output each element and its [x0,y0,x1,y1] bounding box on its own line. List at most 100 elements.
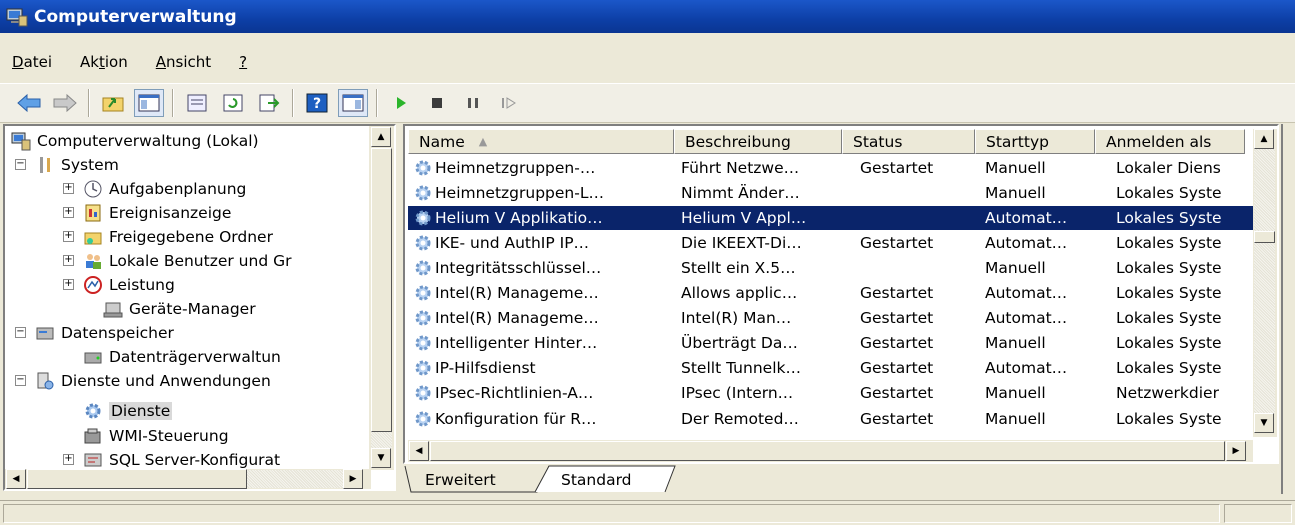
menu-datei[interactable]: Datei [12,53,52,71]
help-icon[interactable]: ? [302,89,332,117]
column-header-status[interactable]: Status [842,129,975,154]
scroll-track[interactable] [1254,243,1275,413]
tools-icon [40,157,50,173]
menu-bar: Datei Aktion Ansicht ? [0,45,1295,79]
collapse-toggle[interactable]: − [15,327,26,338]
play-icon[interactable] [386,89,416,117]
menu-ansicht[interactable]: Ansicht [156,53,211,71]
tree-item-label: Aufgabenplanung [109,180,247,198]
tree-item-geraete-manager[interactable]: Geräte-Manager [103,297,256,321]
cell-name: Konfiguration für R… [413,407,677,430]
gear-icon [415,185,431,201]
scroll-right-button[interactable]: ▶ [1226,441,1246,461]
scroll-thumb[interactable] [27,469,247,489]
scroll-up-button[interactable]: ▲ [371,127,391,147]
title-bar: Computerverwaltung [0,0,1295,33]
scroll-track[interactable] [1254,149,1275,231]
export-list-icon[interactable] [254,89,284,117]
scroll-track[interactable] [371,432,392,448]
column-header-label: Beschreibung [685,132,791,151]
cell-text: Gestartet [860,384,934,403]
scroll-track[interactable] [247,470,343,488]
menu-datei-label: atei [23,53,53,71]
tree-item-wmi-steuerung[interactable]: WMI-Steuerung [83,424,229,448]
tab-standard[interactable]: Standard [561,471,632,489]
column-header-anmelden-als[interactable]: Anmelden als [1095,129,1245,154]
cell-status [860,206,976,229]
table-row[interactable]: Intelligenter Hinter… Überträgt Da… Gestar… [408,332,1256,356]
tree-item-lokale-benutzer[interactable]: Lokale Benutzer und Gr [83,249,291,273]
tree-item-aufgabenplanung[interactable]: Aufgabenplanung [83,177,246,201]
scroll-up-button[interactable]: ▲ [1254,129,1274,149]
menu-aktion[interactable]: Aktion [80,53,128,71]
table-row[interactable]: Integritätsschlüssel… Stellt ein X.5… Manu… [408,256,1256,280]
tree-item-dienste-und-anwendungen[interactable]: Dienste und Anwendungen [35,369,271,393]
folder-up-icon[interactable] [98,89,128,117]
list-vertical-scrollbar[interactable]: ▲ ▼ [1253,129,1277,437]
scroll-thumb[interactable] [1254,231,1275,243]
tree-horizontal-scrollbar[interactable]: ◀ ▶ [5,469,371,489]
scroll-down-button[interactable]: ▼ [371,448,391,468]
show-tree-icon[interactable] [134,89,164,117]
cell-text: Überträgt Da… [681,334,798,353]
table-row[interactable]: Heimnetzgruppen-L… Nimmt Änder… Manuell Lok… [408,181,1256,205]
menu-help[interactable]: ? [239,53,247,71]
table-row[interactable]: IPsec-Richtlinien-A… IPsec (Intern… Gestar… [408,382,1256,406]
back-arrow-icon[interactable] [14,89,44,117]
cell-logon: Lokales Syste [1116,206,1254,229]
stop-icon[interactable] [422,89,452,117]
resume-icon[interactable] [494,89,524,117]
scroll-left-button[interactable]: ◀ [6,469,26,489]
expand-toggle[interactable]: + [63,454,74,465]
tree-item-dienste[interactable]: Dienste [83,399,173,423]
cell-text: Manuell [985,183,1046,202]
table-row[interactable]: Konfiguration für R… Der Remoted… Gestarte… [408,407,1256,431]
tree-vertical-scrollbar[interactable]: ▲ ▼ [369,126,394,470]
expand-toggle[interactable]: + [63,255,74,266]
tree-item-freigegebene-ordner[interactable]: Freigegebene Ordner [83,225,273,249]
collapse-toggle[interactable]: − [15,375,26,386]
tree-item-ereignisanzeige[interactable]: Ereignisanzeige [83,201,231,225]
table-row[interactable]: Intel(R) Manageme… Intel(R) Man… Gestartet… [408,307,1256,331]
column-header-starttyp[interactable]: Starttyp [975,129,1095,154]
cell-text: Automat… [985,233,1068,252]
pause-icon[interactable] [458,89,488,117]
collapse-toggle[interactable]: − [15,159,26,170]
table-row[interactable]: IP-Hilfsdienst Stellt Tunnelk… Gestartet Au… [408,357,1256,381]
scroll-left-button[interactable]: ◀ [409,441,429,461]
column-header-name[interactable]: Name ▲ [408,129,674,154]
tree-item-root[interactable]: Computerverwaltung (Lokal) [11,129,259,153]
cell-text: Lokales Syste [1116,284,1222,302]
console-view-icon[interactable] [338,89,368,117]
table-row[interactable]: Heimnetzgruppen-… Führt Netzwe… Gestartet M… [408,156,1256,180]
scroll-thumb[interactable] [430,441,1225,461]
table-row[interactable]: Intel(R) Manageme… Allows applic… Gestarte… [408,282,1256,306]
cell-desc: IPsec (Intern… [681,382,845,405]
refresh-icon[interactable] [218,89,248,117]
scroll-thumb[interactable] [371,148,392,432]
tree-item-leistung[interactable]: Leistung [83,273,175,297]
forward-arrow-icon[interactable] [50,89,80,117]
expand-toggle[interactable]: + [63,183,74,194]
scroll-right-button[interactable]: ▶ [343,469,363,489]
table-row[interactable]: Helium V Applikatio… Helium V Appl… Automa… [407,205,1257,231]
cell-text: IP-Hilfsdienst [435,359,536,378]
properties-icon[interactable] [182,89,212,117]
cell-desc: Helium V Appl… [681,206,845,229]
cell-text: Allows applic… [681,284,798,302]
tree-item-system[interactable]: System [35,153,119,177]
column-header-beschreibung[interactable]: Beschreibung [674,129,842,154]
tree-item-datentraegerverwaltung[interactable]: Datenträgerverwaltun [83,345,281,369]
list-horizontal-scrollbar[interactable]: ◀ ▶ [408,440,1253,462]
cell-text: Lokales Syste [1116,233,1222,252]
expand-toggle[interactable]: + [63,207,74,218]
expand-toggle[interactable]: + [63,279,74,290]
cell-text: Manuell [985,258,1046,277]
cell-desc: Führt Netzwe… [681,156,845,179]
cell-start: Automat… [985,307,1097,330]
tab-erweitert[interactable]: Erweitert [425,471,496,489]
expand-toggle[interactable]: + [63,231,74,242]
scroll-down-button[interactable]: ▼ [1254,413,1274,433]
table-row[interactable]: IKE- und AuthIP IP… Die IKEEXT-Di… Gestart… [408,231,1256,255]
tree-item-datenspeicher[interactable]: Datenspeicher [35,321,174,345]
